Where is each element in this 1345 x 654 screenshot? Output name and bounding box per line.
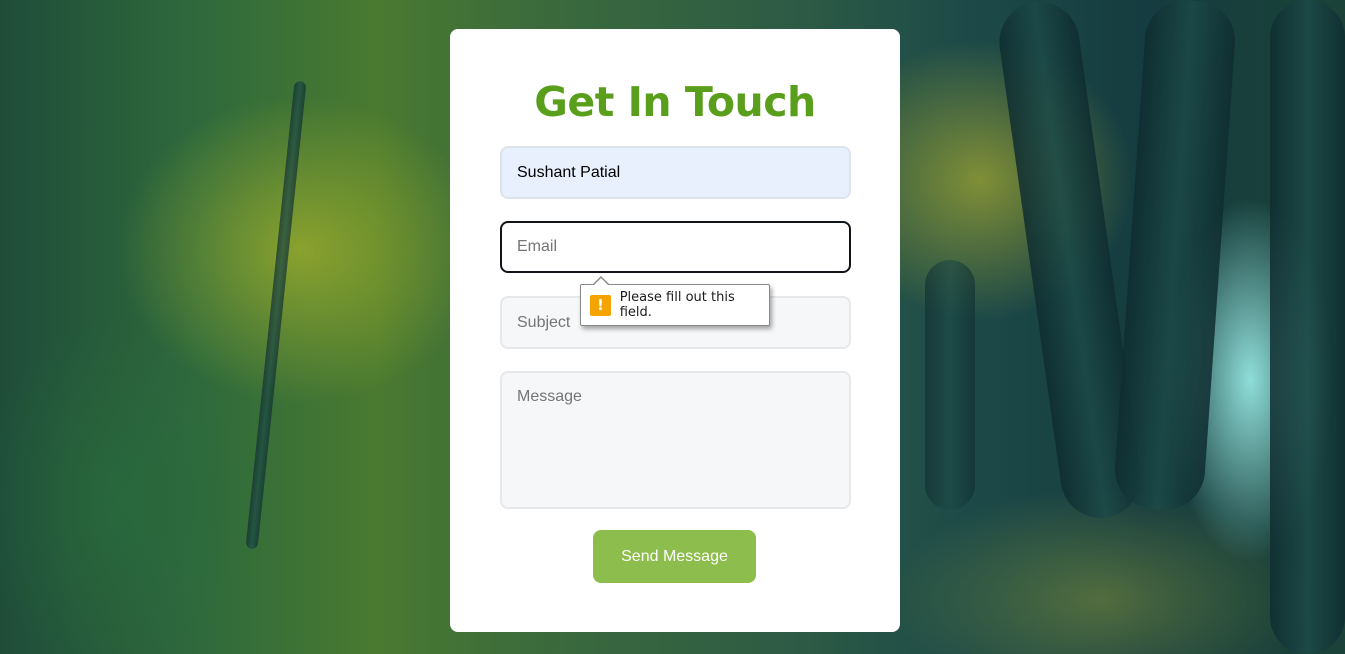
background-tree-trunk [1270, 0, 1345, 654]
background-tree-trunk [925, 260, 975, 510]
message-textarea[interactable] [500, 371, 851, 509]
send-message-button[interactable]: Send Message [593, 530, 756, 583]
validation-message: Please fill out this field. [619, 290, 735, 320]
name-input[interactable] [500, 146, 851, 199]
page-title: Get In Touch [534, 78, 816, 126]
warning-icon: ! [590, 294, 611, 316]
background-tree-trunk [245, 80, 307, 550]
background-tree-trunk [1112, 0, 1238, 513]
validation-tooltip: ! Please fill out this field. [580, 276, 770, 326]
email-input[interactable] [500, 221, 851, 273]
